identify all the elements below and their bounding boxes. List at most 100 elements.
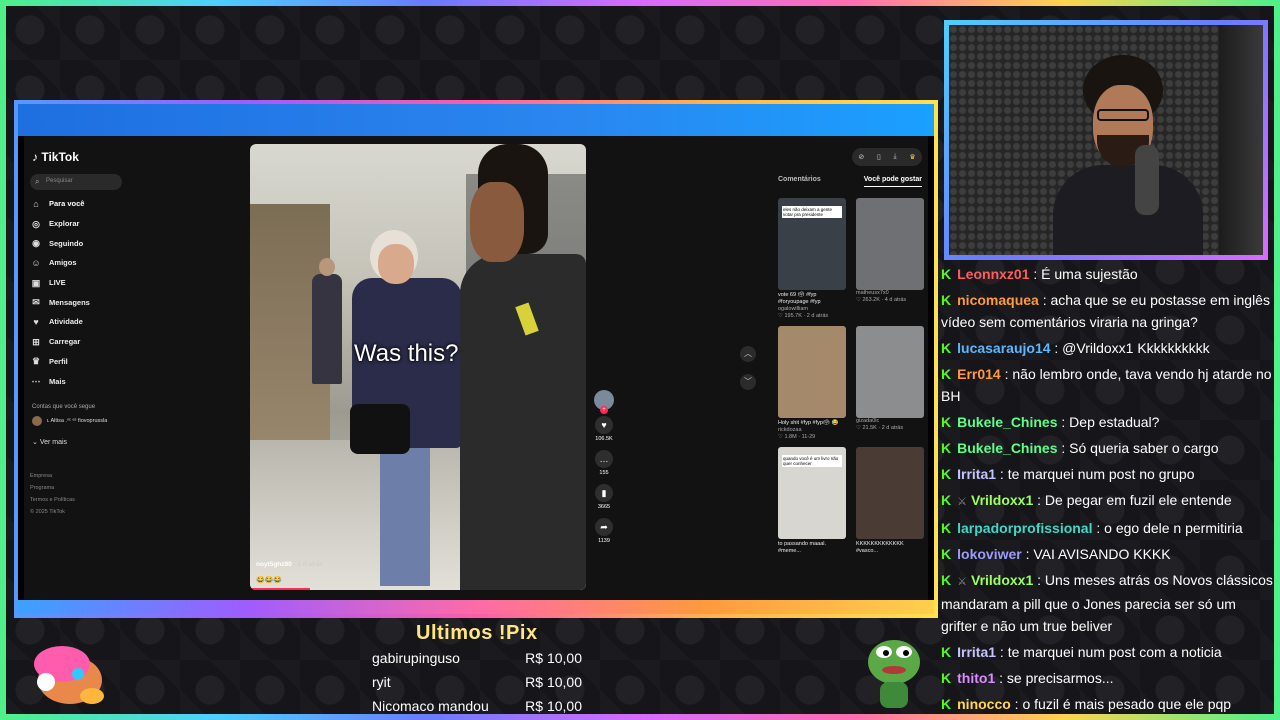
video-thumbnail[interactable]: quando você é um livro não quer conhecer <box>778 447 846 539</box>
sidebar-item-upload[interactable]: ⊞ Carregar <box>30 332 140 352</box>
chat-text: : te marquei num post com a noticia <box>996 644 1222 660</box>
screen-capture: ♪ TikTok ⌕ Pesquisar ⌂ Para você ◎ Explorar… <box>14 100 938 618</box>
pepe-frog-mascot <box>862 630 926 710</box>
tab-comments[interactable]: Comentários <box>778 176 821 187</box>
footer-link[interactable]: Termos e Políticas <box>30 494 75 506</box>
card-desc: KKKKKKKKKKKKK #vasco... <box>856 541 904 554</box>
chat-username[interactable]: Bukele_Chines <box>957 440 1057 456</box>
tab-you-may-like[interactable]: Você pode gostar <box>863 176 922 187</box>
sidebar-item-compass[interactable]: ◎ Explorar <box>30 214 140 234</box>
chat-message: K ⚔ Vrildoxx1 : Uns meses atrás os Novos c… <box>941 569 1275 637</box>
sidebar-item-activity[interactable]: ♥ Atividade <box>30 312 140 332</box>
crown-icon[interactable]: ♛ <box>909 153 915 161</box>
following-heading: Contas que você segue <box>32 404 96 410</box>
recommended-video-card[interactable]: KKKKKKKKKKKKK #vasco... <box>856 447 924 555</box>
video-description: 😂😂😂 <box>256 577 283 584</box>
phone-icon[interactable]: ▯ <box>877 153 881 161</box>
kick-badge-icon: K <box>941 572 952 588</box>
chat-username[interactable]: ninocco <box>957 696 1011 712</box>
pix-title: Ultimos !Pix <box>416 622 538 644</box>
panel-toolbar: ⊘ ▯ ⤓ ♛ <box>852 148 922 166</box>
sidebar-item-label: Para você <box>49 199 85 209</box>
kick-badge-icon: K <box>941 466 952 482</box>
chat-text: : Dep estadual? <box>1057 414 1160 430</box>
next-video-button[interactable]: ﹀ <box>740 374 756 390</box>
window-titlebar <box>18 104 934 136</box>
kick-badge-icon: K <box>941 696 952 712</box>
chat-text: : É uma sujestão <box>1029 266 1138 282</box>
bookmark-button[interactable]: ▮ <box>595 484 613 502</box>
compass-icon[interactable]: ⊘ <box>858 153 864 161</box>
chat-username[interactable]: lokoviwer <box>957 546 1022 562</box>
chat-username[interactable]: thito1 <box>957 670 995 686</box>
previous-video-button[interactable]: ︿ <box>740 346 756 362</box>
pix-amount: R$ 10,00 <box>525 650 582 666</box>
card-meta: ♡ 263.2K · 4 d atrás <box>856 297 907 303</box>
recommended-video-card[interactable]: matheusx7x0 ♡ 263.2K · 4 d atrás <box>856 198 924 320</box>
messages-icon: ✉ <box>32 297 40 308</box>
recommended-video-card[interactable]: eles não deixam a gente votar pra presid… <box>778 198 846 320</box>
chat-username[interactable]: Vrildoxx1 <box>971 492 1033 508</box>
chat-username[interactable]: Irrita1 <box>957 466 996 482</box>
save-count: 3665 <box>597 504 611 510</box>
share-button[interactable]: ➦ <box>595 518 613 536</box>
chat-text: : o fuzil é mais pesado que ele pqp <box>1010 696 1232 712</box>
mascot-left <box>22 630 112 710</box>
chat-username[interactable]: Irrita1 <box>957 644 996 660</box>
comment-count: 155 <box>599 470 609 476</box>
download-icon[interactable]: ⤓ <box>894 153 897 161</box>
chat-username[interactable]: larpadorprofissional <box>957 520 1092 536</box>
thumbnail-caption: quando você é um livro não quer conhecer <box>782 455 842 467</box>
like-button[interactable]: ♥ <box>595 416 613 434</box>
footer-link: © 2025 TikTok <box>30 509 65 515</box>
video-author[interactable]: noyt5ghz90 · 1 d atrás <box>256 561 323 568</box>
video-player[interactable]: Was this? noyt5ghz90 · 1 d atrás 😂😂😂 <box>250 144 586 590</box>
video-thumbnail[interactable]: eles não deixam a gente votar pra presid… <box>778 198 846 290</box>
recommended-video-card[interactable]: quando você é um livro não quer conhecer… <box>778 447 846 555</box>
video-progress[interactable] <box>250 588 310 590</box>
video-thumbnail[interactable] <box>778 326 846 418</box>
sidebar-item-more[interactable]: ⋯ Mais <box>30 371 140 391</box>
right-panel: ⊘ ▯ ⤓ ♛ Comentários Você pode gostar ele… <box>766 136 928 600</box>
sidebar-item-profile[interactable]: ♛ Perfil <box>30 352 140 372</box>
video-caption: Was this? <box>354 340 459 367</box>
search-input[interactable]: ⌕ Pesquisar <box>30 174 122 190</box>
video-thumbnail[interactable] <box>856 198 924 290</box>
sidebar-item-messages[interactable]: ✉ Mensagens <box>30 292 140 312</box>
see-more-link[interactable]: ⌄ Ver mais <box>32 438 67 446</box>
sidebar-item-following[interactable]: ◉ Seguindo <box>30 233 140 253</box>
microphone <box>1135 145 1159 215</box>
live-icon: ▣ <box>31 277 41 288</box>
footer-link[interactable]: Empresa <box>30 470 75 482</box>
creator-avatar[interactable]: + <box>594 390 614 414</box>
tiktok-logo[interactable]: ♪ TikTok <box>32 150 79 164</box>
chat-username[interactable]: Bukele_Chines <box>957 414 1057 430</box>
chat-username[interactable]: nicomaquea <box>957 292 1039 308</box>
chat-username[interactable]: lucasaraujo14 <box>957 340 1050 356</box>
follow-plus-icon[interactable]: + <box>600 406 608 414</box>
chat-text: : o ego dele n permitiria <box>1092 520 1243 536</box>
video-thumbnail[interactable] <box>856 447 924 539</box>
recommended-video-card[interactable]: gizada0lc ♡ 21.5K · 2 d atrás <box>856 326 924 441</box>
chat-username[interactable]: Leonnxz01 <box>957 266 1029 282</box>
video-nav-arrows: ︿ ﹀ <box>740 346 756 402</box>
avatar <box>32 416 42 426</box>
pix-amount: R$ 10,00 <box>525 674 582 690</box>
comment-button[interactable]: … <box>595 450 613 468</box>
chat-text: : De pegar em fuzil ele entende <box>1033 492 1232 508</box>
card-author: ogalowilliam <box>778 306 808 312</box>
sidebar-item-live[interactable]: ▣ LIVE <box>30 273 140 293</box>
video-thumbnail[interactable] <box>856 326 924 418</box>
following-account[interactable]: ʟ Altisa .ᵒᶜ ᵉˢ fiovoprussla <box>32 416 107 426</box>
recommended-video-card[interactable]: Holy shit #fyp #fyp🗳 😂 rickdozaa ♡ 1.8M · … <box>778 326 846 441</box>
pix-list: gabirupinguso R$ 10,00 ryit R$ 10,00 Nicomac… <box>372 646 582 718</box>
card-meta: ♡ 1.8M · 11-29 <box>778 434 816 440</box>
pix-entry: ryit R$ 10,00 <box>372 670 582 694</box>
chat-username[interactable]: Vrildoxx1 <box>971 572 1033 588</box>
bookshelf <box>1219 25 1263 255</box>
sidebar-item-friends[interactable]: ☺ Amigos <box>30 253 140 273</box>
chat-username[interactable]: Err014 <box>957 366 1001 382</box>
footer-link[interactable]: Programa <box>30 482 75 494</box>
sidebar-item-home[interactable]: ⌂ Para você <box>30 194 140 214</box>
upload-icon: ⊞ <box>32 336 40 347</box>
